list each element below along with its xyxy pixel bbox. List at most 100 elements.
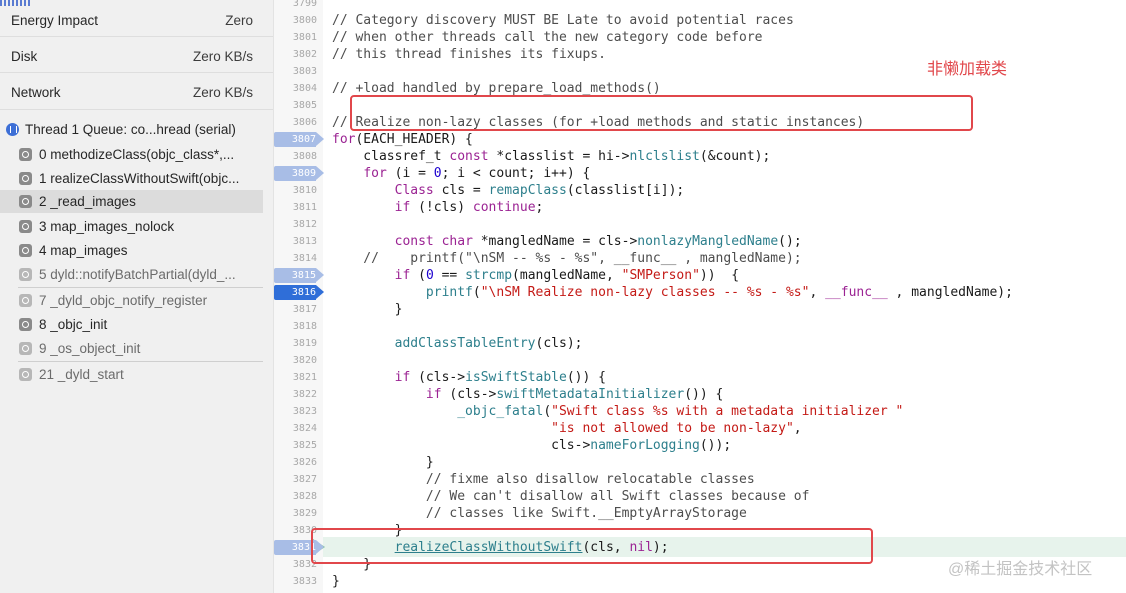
frame-icon (19, 244, 32, 257)
code-line[interactable]: if (cls->isSwiftStable()) { (332, 369, 606, 386)
code-line[interactable]: } (332, 301, 403, 318)
line-number: 3823 (292, 406, 317, 417)
breakpoint-line-number: 3831 (291, 542, 316, 553)
frame-label: 2 _read_images (39, 194, 136, 209)
network-row[interactable]: Network Zero KB/s (0, 82, 273, 104)
energy-impact-row[interactable]: Energy Impact Zero (0, 10, 273, 32)
line-number: 3810 (292, 185, 317, 196)
line-number: 3827 (292, 474, 317, 485)
code-line[interactable]: // Category discovery MUST BE Late to av… (332, 12, 794, 29)
watermark: @稀土掘金技术社区 (948, 561, 1093, 578)
frame-gap-divider (18, 287, 263, 288)
thread-label: Thread 1 Queue: co...hread (serial) (25, 122, 236, 137)
annotation-text: 非懒加载类 (927, 61, 1008, 78)
code-line[interactable]: } (332, 573, 340, 590)
line-number: 3803 (292, 66, 317, 77)
stack-frame-0[interactable]: 0 methodizeClass(objc_class*,... (0, 143, 263, 166)
line-number: 3825 (292, 440, 317, 451)
code-line[interactable]: // printf("\nSM -- %s - %s", __func__ , … (332, 250, 801, 267)
code-line[interactable]: } (332, 454, 434, 471)
line-number: 3818 (292, 321, 317, 332)
frame-icon (19, 148, 32, 161)
stack-frame-7[interactable]: 7 _dyld_objc_notify_register (0, 289, 263, 312)
line-number: 3799 (292, 0, 317, 9)
code-line[interactable]: // We can't disallow all Swift classes b… (332, 488, 810, 505)
metric-value: Zero KB/s (192, 49, 253, 64)
highlight-box-realize-call (311, 528, 873, 564)
metric-label: Network (11, 85, 61, 100)
frame-gap-divider (18, 361, 263, 362)
metric-label: Energy Impact (11, 13, 99, 28)
cpu-gauge-icon (0, 0, 30, 6)
line-number: 3805 (292, 100, 317, 111)
breakpoint-line-number: 3815 (291, 270, 316, 281)
code-line[interactable]: if (0 == strcmp(mangledName, "SMPerson")… (332, 267, 739, 284)
frame-label: 21 _dyld_start (39, 367, 124, 382)
stack-frame-5[interactable]: 5 dyld::notifyBatchPartial(dyld_... (0, 263, 263, 286)
frame-label: 3 map_images_nolock (39, 219, 175, 234)
code-line[interactable]: for (i = 0; i < count; i++) { (332, 165, 590, 182)
highlight-box-realize (350, 95, 973, 131)
code-line[interactable]: if (!cls) continue; (332, 199, 544, 216)
frame-label: 8 _objc_init (39, 317, 108, 332)
stack-frame-2[interactable]: 2 _read_images (0, 190, 263, 213)
debug-navigator: Energy Impact Zero Disk Zero KB/s Networ… (0, 0, 273, 593)
metric-value: Zero (225, 13, 253, 28)
code-line[interactable]: // classes like Swift.__EmptyArrayStorag… (332, 505, 747, 522)
code-line[interactable]: printf("\nSM Realize non-lazy classes --… (332, 284, 1013, 301)
line-number: 3833 (292, 576, 317, 587)
line-number: 3800 (292, 15, 317, 26)
frame-icon (19, 172, 32, 185)
line-number: 3812 (292, 219, 317, 230)
line-number: 3804 (292, 83, 317, 94)
line-number: 3822 (292, 389, 317, 400)
breakpoint-line-number: 3816 (291, 287, 316, 298)
line-number: 3826 (292, 457, 317, 468)
divider (0, 109, 273, 110)
line-number: 3808 (292, 151, 317, 162)
thread-icon (6, 123, 19, 136)
frame-icon (19, 268, 32, 281)
line-number: 3821 (292, 372, 317, 383)
code-line[interactable]: addClassTableEntry(cls); (332, 335, 583, 352)
stack-frame-8[interactable]: 8 _objc_init (0, 313, 263, 336)
frame-icon (19, 220, 32, 233)
disk-row[interactable]: Disk Zero KB/s (0, 46, 273, 68)
code-line[interactable]: _objc_fatal("Swift class %s with a metad… (332, 403, 903, 420)
stack-frame-21[interactable]: 21 _dyld_start (0, 363, 263, 386)
line-number: 3813 (292, 236, 317, 247)
code-line[interactable]: if (cls->swiftMetadataInitializer()) { (332, 386, 723, 403)
frame-icon (19, 195, 32, 208)
code-line[interactable]: const char *mangledName = cls->nonlazyMa… (332, 233, 802, 250)
frame-icon (19, 342, 32, 355)
frame-label: 9 _os_object_init (39, 341, 141, 356)
divider (0, 72, 273, 73)
thread-row[interactable]: Thread 1 Queue: co...hread (serial) (0, 119, 273, 141)
code-line[interactable]: for(EACH_HEADER) { (332, 131, 473, 148)
breakpoint-line-number: 3807 (291, 134, 316, 145)
frame-label: 0 methodizeClass(objc_class*,... (39, 147, 235, 162)
stack-frame-9[interactable]: 9 _os_object_init (0, 337, 263, 360)
code-line[interactable]: "is not allowed to be non-lazy", (332, 420, 801, 437)
stack-frame-4[interactable]: 4 map_images (0, 239, 263, 262)
stack-frame-1[interactable]: 1 realizeClassWithoutSwift(objc... (0, 167, 263, 190)
code-line[interactable]: Class cls = remapClass(classlist[i]); (332, 182, 685, 199)
frame-icon (19, 294, 32, 307)
code-line[interactable]: // when other threads call the new categ… (332, 29, 762, 46)
frame-icon (19, 368, 32, 381)
frame-label: 5 dyld::notifyBatchPartial(dyld_... (39, 267, 236, 282)
frame-label: 1 realizeClassWithoutSwift(objc... (39, 171, 240, 186)
code-line[interactable]: // fixme also disallow relocatable class… (332, 471, 755, 488)
code-line[interactable]: // this thread finishes its fixups. (332, 46, 606, 63)
line-number: 3817 (292, 304, 317, 315)
line-number: 3820 (292, 355, 317, 366)
line-number: 3814 (292, 253, 317, 264)
metric-label: Disk (11, 49, 38, 64)
code-line[interactable]: cls->nameForLogging()); (332, 437, 731, 454)
code-line[interactable]: classref_t const *classlist = hi->nlclsl… (332, 148, 770, 165)
line-number: 3806 (292, 117, 317, 128)
line-number: 3829 (292, 508, 317, 519)
line-number: 3828 (292, 491, 317, 502)
stack-frame-3[interactable]: 3 map_images_nolock (0, 215, 263, 238)
divider (0, 36, 273, 37)
